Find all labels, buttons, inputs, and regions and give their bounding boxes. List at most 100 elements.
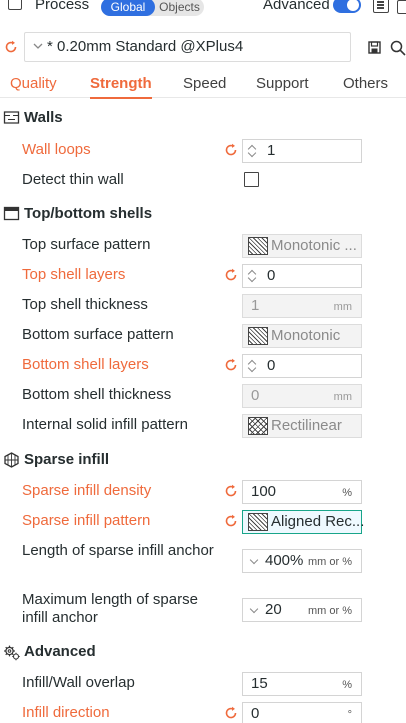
setting-label: Wall loops bbox=[22, 141, 91, 158]
field-unit: mm or % bbox=[308, 605, 352, 617]
sparse-infill-pattern-select[interactable]: Aligned Rec... bbox=[242, 510, 365, 534]
reset-icon[interactable] bbox=[224, 358, 238, 372]
field-value: 0 bbox=[251, 705, 260, 722]
top-surface-pattern-select[interactable]: Monotonic ... bbox=[242, 234, 362, 258]
field-value: 20 bbox=[265, 601, 282, 618]
field-value: Monotonic bbox=[271, 327, 341, 344]
preset-row: * 0.20mm Standard @XPlus4 bbox=[0, 32, 406, 62]
tab-speed[interactable]: Speed bbox=[183, 70, 226, 98]
walls-icon bbox=[3, 111, 20, 124]
setting-detect-thin-wall: Detect thin wall bbox=[0, 166, 406, 194]
objects-tab[interactable]: Objects bbox=[155, 0, 204, 16]
search-icon[interactable] bbox=[390, 40, 406, 56]
setting-label: Top shell thickness bbox=[22, 296, 148, 313]
infill-direction-input[interactable]: 0 ° bbox=[242, 702, 362, 723]
setting-label: Bottom surface pattern bbox=[22, 326, 174, 343]
bottom-shell-thickness-input[interactable]: 0 mm bbox=[242, 384, 362, 408]
setting-label: Top surface pattern bbox=[22, 236, 151, 253]
pattern-rectilinear-icon bbox=[248, 417, 268, 435]
tab-bar: Quality Strength Speed Support Others bbox=[0, 70, 406, 99]
field-value: 1 bbox=[251, 297, 260, 314]
field-value: 100 bbox=[251, 483, 277, 500]
setting-bottom-shell-thickness: Bottom shell thickness 0 mm bbox=[0, 381, 406, 409]
reset-icon[interactable] bbox=[224, 143, 238, 157]
bottom-shell-layers-input[interactable]: 0 bbox=[242, 354, 362, 378]
global-tab[interactable]: Global bbox=[101, 0, 155, 16]
setting-top-shell-layers: Top shell layers 0 bbox=[0, 261, 406, 289]
reset-icon[interactable] bbox=[224, 484, 238, 498]
top-shell-layers-input[interactable]: 0 bbox=[242, 264, 362, 288]
field-unit: % bbox=[342, 487, 352, 499]
advanced-label: Advanced bbox=[263, 0, 330, 13]
spinner-arrows-icon[interactable] bbox=[247, 143, 257, 159]
field-value: 0 bbox=[267, 267, 276, 284]
sparse-infill-icon bbox=[4, 452, 19, 468]
setting-bottom-shell-layers: Bottom shell layers 0 bbox=[0, 351, 406, 379]
setting-label: Sparse infill density bbox=[22, 482, 152, 499]
spinner-arrows-icon[interactable] bbox=[247, 268, 257, 284]
setting-label: Internal solid infill pattern bbox=[22, 416, 188, 433]
reset-icon[interactable] bbox=[224, 706, 238, 720]
field-value: Aligned Rec... bbox=[271, 513, 365, 530]
process-label: Process bbox=[35, 0, 90, 13]
setting-label: Infill/Wall overlap bbox=[22, 674, 135, 691]
sparse-infill-density-input[interactable]: 100 % bbox=[242, 480, 362, 504]
shells-icon bbox=[3, 206, 20, 221]
field-unit: % bbox=[342, 679, 352, 691]
tab-strength[interactable]: Strength bbox=[90, 70, 152, 99]
field-value: 1 bbox=[267, 142, 276, 159]
toggle-knob bbox=[347, 0, 359, 11]
pattern-monotonic-icon bbox=[248, 237, 268, 255]
setting-label: Length of sparse infill anchor bbox=[22, 542, 214, 559]
chevron-down-icon[interactable] bbox=[249, 604, 259, 614]
save-icon[interactable] bbox=[368, 41, 381, 54]
reset-icon[interactable] bbox=[4, 40, 18, 54]
detect-thin-wall-checkbox[interactable] bbox=[244, 172, 259, 187]
setting-sparse-infill-anchor: Length of sparse infill anchor 400% mm o… bbox=[0, 542, 406, 574]
tab-quality[interactable]: Quality bbox=[10, 70, 57, 98]
section-title: Walls bbox=[24, 109, 63, 126]
section-title: Sparse infill bbox=[24, 451, 110, 468]
field-value: 0 bbox=[251, 387, 260, 404]
field-value: 0 bbox=[267, 357, 276, 374]
spinner-arrows-icon[interactable] bbox=[247, 358, 257, 374]
chevron-down-icon bbox=[33, 43, 43, 49]
setting-internal-solid-infill-pattern: Internal solid infill pattern Rectilinea… bbox=[0, 411, 406, 439]
list-icon[interactable] bbox=[373, 0, 389, 13]
section-top-bottom-shells: Top/bottom shells bbox=[0, 204, 406, 224]
setting-label: Infill direction bbox=[22, 704, 110, 721]
preset-combo[interactable]: * 0.20mm Standard @XPlus4 bbox=[24, 32, 351, 62]
top-shell-thickness-input[interactable]: 1 mm bbox=[242, 294, 362, 318]
sparse-infill-anchor-combo[interactable]: 400% mm or % bbox=[242, 549, 362, 573]
compare-icon[interactable] bbox=[395, 0, 406, 14]
top-bar: Process Global Objects Advanced bbox=[0, 0, 406, 16]
setting-label: Sparse infill pattern bbox=[22, 512, 151, 529]
preset-name: * 0.20mm Standard @XPlus4 bbox=[47, 38, 244, 55]
field-value: Rectilinear bbox=[271, 417, 342, 434]
internal-solid-infill-pattern-select[interactable]: Rectilinear bbox=[242, 414, 362, 438]
chevron-down-icon[interactable] bbox=[249, 555, 259, 565]
setting-infill-direction: Infill direction 0 ° bbox=[0, 699, 406, 723]
wall-loops-input[interactable]: 1 bbox=[242, 139, 362, 163]
tab-others[interactable]: Others bbox=[343, 70, 388, 98]
setting-wall-loops: Wall loops 1 bbox=[0, 136, 406, 164]
advanced-toggle[interactable] bbox=[333, 0, 361, 13]
setting-label: Top shell layers bbox=[22, 266, 126, 283]
field-unit: mm bbox=[333, 391, 352, 403]
field-value: Monotonic ... bbox=[271, 237, 357, 254]
global-objects-switch: Global Objects bbox=[101, 0, 204, 16]
bottom-surface-pattern-select[interactable]: Monotonic bbox=[242, 324, 362, 348]
sparse-infill-anchor-max-combo[interactable]: 20 mm or % bbox=[242, 598, 362, 622]
infill-wall-overlap-input[interactable]: 15 % bbox=[242, 672, 362, 696]
reset-icon[interactable] bbox=[224, 268, 238, 282]
reset-icon[interactable] bbox=[224, 514, 238, 528]
tab-support[interactable]: Support bbox=[256, 70, 309, 98]
setting-top-shell-thickness: Top shell thickness 1 mm bbox=[0, 291, 406, 319]
setting-bottom-surface-pattern: Bottom surface pattern Monotonic bbox=[0, 321, 406, 349]
setting-label: Detect thin wall bbox=[22, 171, 124, 188]
setting-label: Bottom shell layers bbox=[22, 356, 149, 373]
field-unit: ° bbox=[347, 709, 352, 721]
gears-icon bbox=[4, 645, 20, 661]
field-unit: mm or % bbox=[308, 556, 352, 568]
setting-label: Maximum length of sparse infill anchor bbox=[22, 591, 198, 626]
